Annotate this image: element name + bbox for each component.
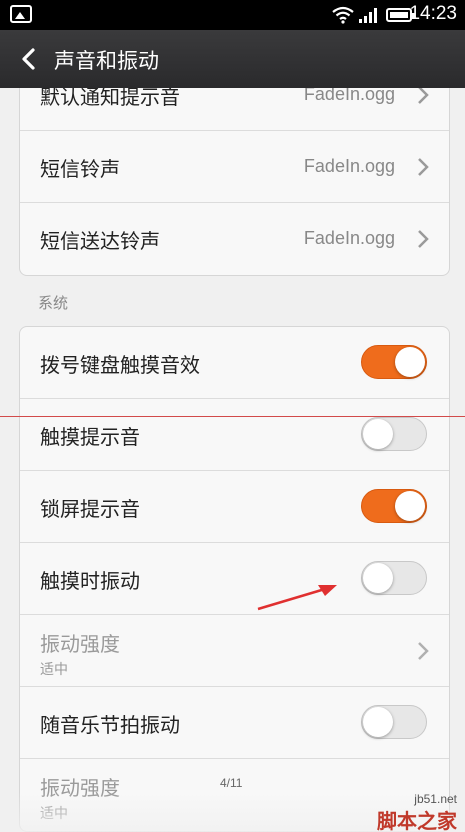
page-indicator: 4/11 [220,776,243,790]
settings-row-lockscreen-sound[interactable]: 锁屏提示音 [20,471,449,543]
toggle-knob [363,707,393,737]
title-bar: 声音和振动 [0,30,465,88]
setting-label: 触摸时振动 [40,569,140,593]
toggle-switch[interactable] [361,345,427,379]
setting-value: FadeIn.ogg [303,228,395,248]
setting-label: 短信送达铃声 [40,229,160,253]
back-arrow-icon[interactable] [18,47,40,71]
settings-row-sms-delivery-tone[interactable]: 短信送达铃声 FadeIn.ogg [20,203,449,275]
chevron-right-icon [418,88,429,104]
toggle-switch[interactable] [361,561,427,595]
setting-label: 振动强度 [40,776,120,800]
signal-icon [359,8,377,23]
gallery-notification-icon [10,5,32,23]
toggle-knob [363,563,393,593]
setting-subtitle: 适中 [40,662,68,678]
settings-row-dialpad-touch-sound[interactable]: 拨号键盘触摸音效 [20,327,449,399]
toggle-knob [395,491,425,521]
battery-icon [386,8,415,22]
settings-row-notification-tone[interactable]: 默认通知提示音 FadeIn.ogg [20,88,449,131]
settings-row-vibration-intensity: 振动强度 适中 [20,615,449,687]
toggle-knob [363,419,393,449]
settings-row-vibrate-on-touch[interactable]: 触摸时振动 [20,543,449,615]
setting-subtitle: 适中 [40,806,68,822]
annotation-line [0,416,465,417]
watermark-url: jb51.net [414,792,457,806]
chevron-right-icon [418,158,429,176]
settings-row-vibrate-with-music[interactable]: 随音乐节拍振动 [20,687,449,759]
settings-row-sms-ringtone[interactable]: 短信铃声 FadeIn.ogg [20,131,449,203]
setting-label: 锁屏提示音 [40,497,140,521]
chevron-right-icon [418,642,429,660]
setting-value: FadeIn.ogg [303,88,395,104]
settings-content[interactable]: 默认通知提示音 FadeIn.ogg 短信铃声 FadeIn.ogg 短信送达铃… [0,88,465,832]
toggle-switch[interactable] [361,705,427,739]
setting-label: 触摸提示音 [40,425,140,449]
system-card: 拨号键盘触摸音效 触摸提示音 锁屏提示音 触摸时振动 振动强度 适中 随音乐节拍… [19,326,450,832]
page-title: 声音和振动 [54,49,159,73]
watermark-brand: 脚本之家 [377,809,457,832]
toggle-switch[interactable] [361,489,427,523]
status-time: 14:23 [409,3,457,24]
ringtone-card: 默认通知提示音 FadeIn.ogg 短信铃声 FadeIn.ogg 短信送达铃… [19,88,450,276]
status-bar: 14:23 [0,0,465,30]
setting-label: 振动强度 [40,632,120,656]
annotation-arrow-icon [257,585,337,611]
toggle-switch[interactable] [361,417,427,451]
setting-label: 拨号键盘触摸音效 [40,353,200,377]
toggle-knob [395,347,425,377]
setting-label: 默认通知提示音 [40,88,180,109]
section-header-system: 系统 [38,294,69,312]
settings-row-touch-sound[interactable]: 触摸提示音 [20,399,449,471]
setting-value: FadeIn.ogg [303,156,395,176]
chevron-right-icon [418,230,429,248]
watermark: jb51.net 脚本之家 [349,792,459,832]
setting-label: 短信铃声 [40,157,120,181]
wifi-icon [332,6,354,24]
setting-label: 随音乐节拍振动 [40,713,180,737]
